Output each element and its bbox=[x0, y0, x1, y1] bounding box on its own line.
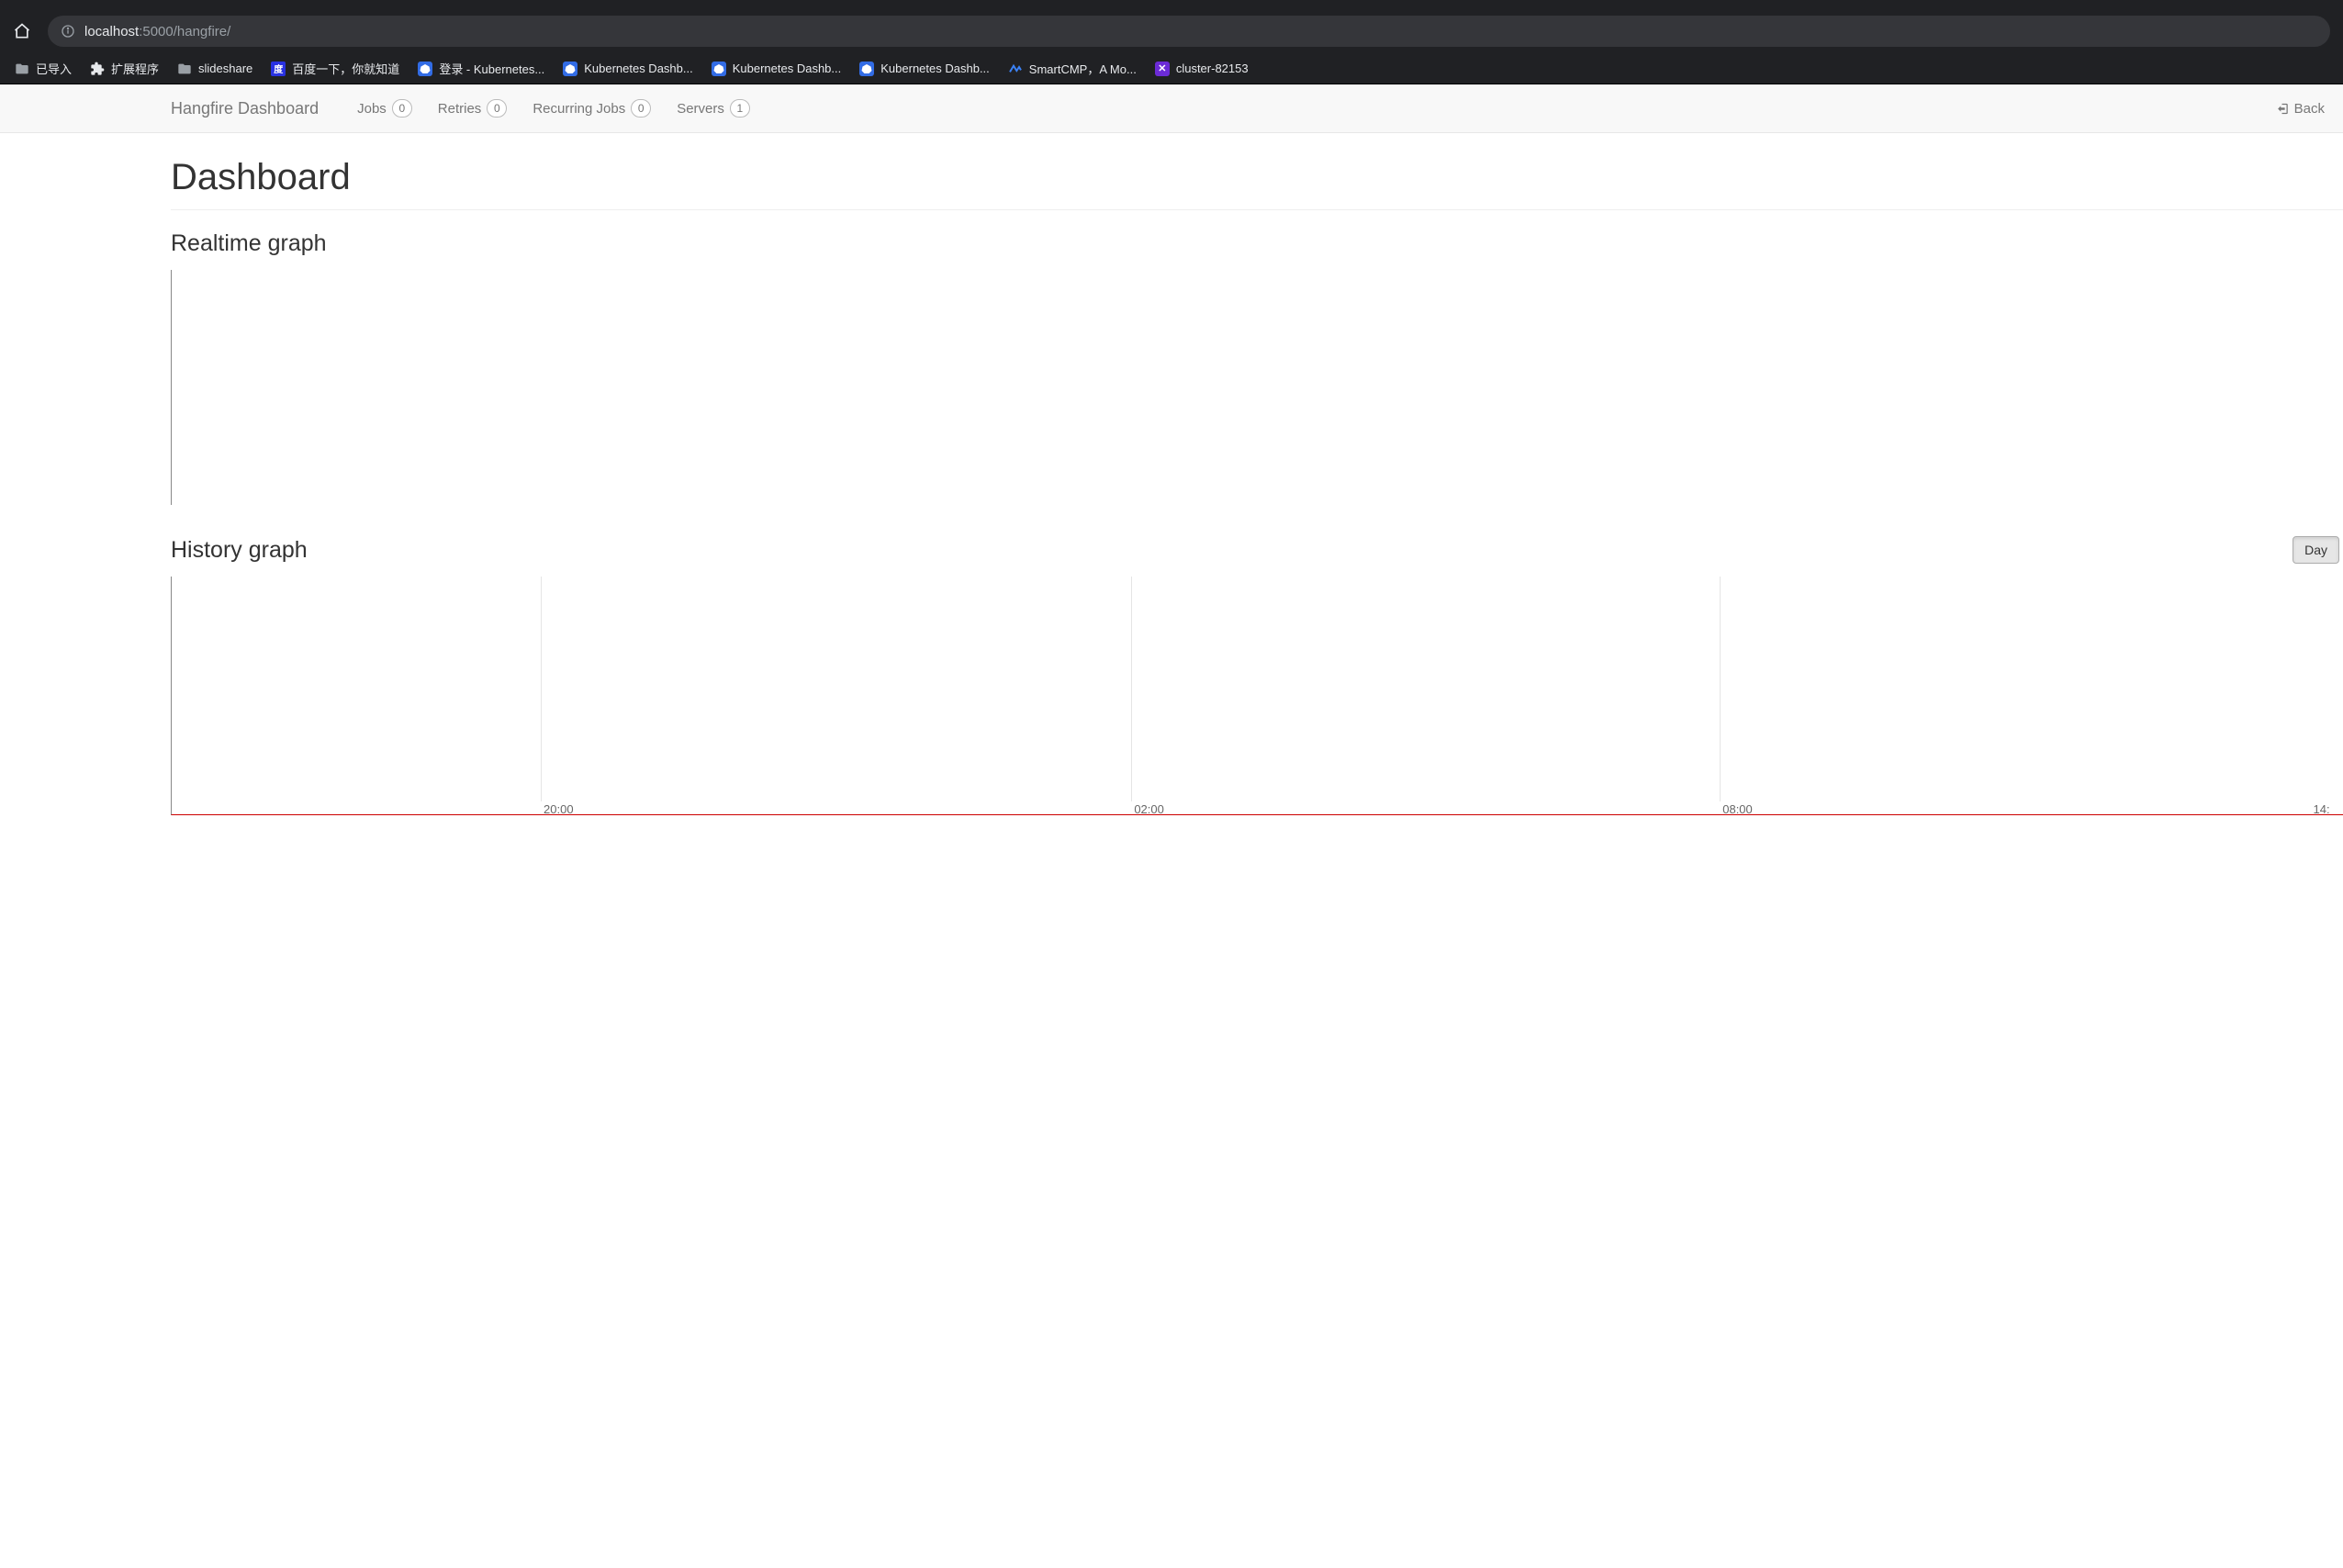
hangfire-navbar: Hangfire Dashboard Jobs0Retries0Recurrin… bbox=[0, 84, 2343, 133]
bookmark-label: cluster-82153 bbox=[1176, 62, 1249, 75]
home-icon[interactable] bbox=[13, 22, 31, 40]
bookmark-item[interactable]: 扩展程序 bbox=[83, 56, 166, 81]
k8s-icon bbox=[712, 62, 726, 76]
bookmark-label: Kubernetes Dashb... bbox=[733, 62, 842, 75]
back-label: Back bbox=[2294, 101, 2325, 117]
imported-icon bbox=[15, 62, 29, 76]
chart-xtick: 08:00 bbox=[1722, 802, 1753, 815]
range-day-button[interactable]: Day bbox=[2293, 536, 2339, 564]
k8s-icon bbox=[859, 62, 874, 76]
bookmark-label: 扩展程序 bbox=[111, 60, 159, 77]
smartcmp-icon bbox=[1008, 62, 1023, 76]
bookmark-label: Kubernetes Dashb... bbox=[880, 62, 990, 75]
nav-item-label: Servers bbox=[677, 101, 724, 117]
bookmark-label: Kubernetes Dashb... bbox=[584, 62, 693, 75]
history-range-buttons: Day bbox=[2293, 536, 2339, 564]
history-title: History graph bbox=[171, 537, 308, 564]
chart-gridline bbox=[541, 577, 542, 801]
url-text: localhost:5000/hangfire/ bbox=[84, 24, 230, 39]
info-icon bbox=[61, 24, 75, 39]
bookmark-item[interactable]: 登录 - Kubernetes... bbox=[410, 56, 552, 81]
realtime-title: Realtime graph bbox=[171, 230, 2343, 257]
puzzle-icon bbox=[90, 62, 105, 76]
bookmark-label: 登录 - Kubernetes... bbox=[439, 60, 544, 77]
bookmark-item[interactable]: Kubernetes Dashb... bbox=[704, 58, 849, 80]
nav-item-count: 0 bbox=[487, 99, 507, 118]
main-content: Dashboard Realtime graph History graph D… bbox=[0, 133, 2343, 815]
nav-item-count: 0 bbox=[631, 99, 651, 118]
chart-gridline bbox=[1720, 577, 1721, 801]
bookmark-item[interactable]: Kubernetes Dashb... bbox=[852, 58, 997, 80]
browser-tabstrip bbox=[0, 0, 2343, 9]
nav-item-label: Jobs bbox=[357, 101, 387, 117]
chart-xtick: 20:00 bbox=[544, 802, 574, 815]
bookmark-item[interactable]: Kubernetes Dashb... bbox=[555, 58, 701, 80]
bookmark-item[interactable]: slideshare bbox=[170, 58, 260, 80]
title-divider bbox=[171, 209, 2343, 210]
signout-icon bbox=[2275, 102, 2289, 116]
k8s-icon bbox=[563, 62, 577, 76]
nav-item-count: 0 bbox=[392, 99, 412, 118]
chart-xtick: 02:00 bbox=[1134, 802, 1164, 815]
cluster-icon: ✕ bbox=[1155, 62, 1170, 76]
brand-link[interactable]: Hangfire Dashboard bbox=[171, 99, 319, 118]
chart-xtick: 14: bbox=[2314, 802, 2330, 815]
baidu-icon: 度 bbox=[271, 62, 286, 76]
bookmarks-bar: 已导入 扩展程序 slideshare 度百度一下，你就知道 登录 - Kubernet… bbox=[0, 53, 2343, 84]
nav-item-recurring-jobs[interactable]: Recurring Jobs 0 bbox=[520, 84, 664, 132]
bookmark-item[interactable]: SmartCMP，A Mo... bbox=[1001, 56, 1144, 81]
bookmark-item[interactable]: 度百度一下，你就知道 bbox=[263, 56, 407, 81]
nav-item-servers[interactable]: Servers 1 bbox=[664, 84, 763, 132]
folder-icon bbox=[177, 62, 192, 76]
nav-item-count: 1 bbox=[730, 99, 750, 118]
chart-gridline bbox=[1131, 577, 1132, 801]
bookmark-label: 已导入 bbox=[36, 60, 72, 77]
page-body: Hangfire Dashboard Jobs0Retries0Recurrin… bbox=[0, 84, 2343, 1568]
history-chart: 20:00 02:00 08:00 14: bbox=[171, 577, 2343, 815]
bookmark-label: 百度一下，你就知道 bbox=[292, 60, 399, 77]
realtime-chart bbox=[171, 270, 2343, 505]
browser-toolbar: localhost:5000/hangfire/ bbox=[0, 9, 2343, 53]
page-title: Dashboard bbox=[171, 157, 2343, 198]
bookmark-item[interactable]: ✕ cluster-82153 bbox=[1148, 58, 1256, 80]
nav-item-label: Retries bbox=[438, 101, 482, 117]
bookmark-label: SmartCMP，A Mo... bbox=[1029, 60, 1137, 77]
nav-item-retries[interactable]: Retries 0 bbox=[425, 84, 521, 132]
nav-item-label: Recurring Jobs bbox=[532, 101, 625, 117]
bookmark-item[interactable]: 已导入 bbox=[7, 56, 79, 81]
nav-item-jobs[interactable]: Jobs 0 bbox=[344, 84, 425, 132]
address-bar[interactable]: localhost:5000/hangfire/ bbox=[48, 16, 2330, 47]
bookmark-label: slideshare bbox=[198, 62, 252, 75]
k8s-icon bbox=[418, 62, 432, 76]
back-link[interactable]: Back bbox=[2275, 101, 2325, 117]
